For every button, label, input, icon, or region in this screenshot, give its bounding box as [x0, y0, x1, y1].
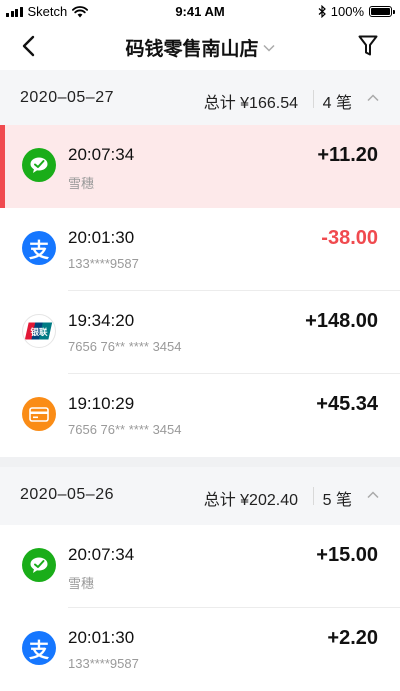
date-group-header[interactable]: 2020–05–26 总计 ¥202.40 5 笔 — [0, 467, 400, 525]
transaction-time: 20:07:34 — [68, 545, 135, 564]
transaction-row[interactable]: 20:07:34 雪穗 +11.20 — [0, 125, 400, 208]
alipay-icon: 支 — [22, 231, 56, 265]
section-gap — [0, 457, 400, 467]
divider — [313, 90, 314, 108]
transaction-row[interactable]: 20:07:34 雪穗 +15.00 — [0, 525, 400, 608]
transaction-amount: +148.00 — [305, 310, 378, 332]
transaction-card: 7656 76** **** 3454 — [68, 422, 182, 437]
nav-bar: 码钱零售南山店 — [0, 24, 400, 68]
chevron-up-icon[interactable] — [366, 488, 380, 502]
transaction-row[interactable]: 银联 19:34:20 7656 76** **** 3454 +148.00 — [0, 291, 400, 374]
page-title: 码钱零售南山店 — [125, 39, 259, 60]
group-date: 2020–05–26 — [20, 486, 114, 503]
date-group-header[interactable]: 2020–05–27 总计 ¥166.54 4 笔 — [0, 70, 400, 128]
group-count: 4 笔 — [322, 95, 352, 112]
transaction-payer: 133****9587 — [68, 256, 139, 271]
group-date: 2020–05–27 — [20, 89, 114, 106]
divider — [313, 487, 314, 505]
store-selector[interactable]: 码钱零售南山店 — [0, 34, 400, 61]
transaction-amount: +15.00 — [316, 544, 378, 566]
bank-card-icon — [22, 397, 56, 431]
transaction-row[interactable]: 支 20:01:30 133****9587 +2.20 — [0, 608, 400, 691]
transaction-payer: 133****9587 — [68, 656, 139, 671]
wechat-pay-icon — [22, 148, 56, 182]
battery-icon — [369, 6, 395, 17]
battery-percent: 100% — [330, 4, 364, 19]
transaction-payer: 雪穗 — [68, 176, 95, 191]
transaction-row[interactable]: 19:10:29 7656 76** **** 3454 +45.34 — [0, 374, 400, 457]
svg-text:银联: 银联 — [30, 327, 48, 337]
transaction-amount: -38.00 — [321, 227, 378, 249]
status-bar: Sketch 9:41 AM 100% — [0, 0, 400, 24]
transaction-time: 19:10:29 — [68, 394, 135, 413]
group-count: 5 笔 — [322, 492, 352, 509]
alipay-icon: 支 — [22, 631, 56, 665]
transaction-time: 20:01:30 — [68, 628, 135, 647]
bluetooth-icon — [318, 5, 326, 18]
group-total: 总计 ¥202.40 — [203, 492, 298, 509]
chevron-up-icon[interactable] — [366, 91, 380, 105]
transaction-card: 7656 76** **** 3454 — [68, 339, 182, 354]
selected-accent-bar — [0, 125, 5, 208]
transaction-payer: 雪穗 — [68, 576, 95, 591]
transaction-time: 20:01:30 — [68, 228, 135, 247]
transaction-time: 19:34:20 — [68, 311, 135, 330]
transaction-amount: +11.20 — [317, 144, 378, 166]
group-total: 总计 ¥166.54 — [203, 95, 298, 112]
transaction-amount: +2.20 — [327, 627, 378, 649]
transaction-amount: +45.34 — [316, 393, 378, 415]
transaction-time: 20:07:34 — [68, 145, 135, 164]
unionpay-icon: 银联 — [22, 314, 56, 348]
chevron-down-icon — [262, 44, 275, 52]
wechat-pay-icon — [22, 548, 56, 582]
transaction-row[interactable]: 支 20:01:30 133****9587 -38.00 — [0, 208, 400, 291]
filter-icon — [358, 35, 378, 56]
filter-button[interactable] — [354, 32, 382, 60]
